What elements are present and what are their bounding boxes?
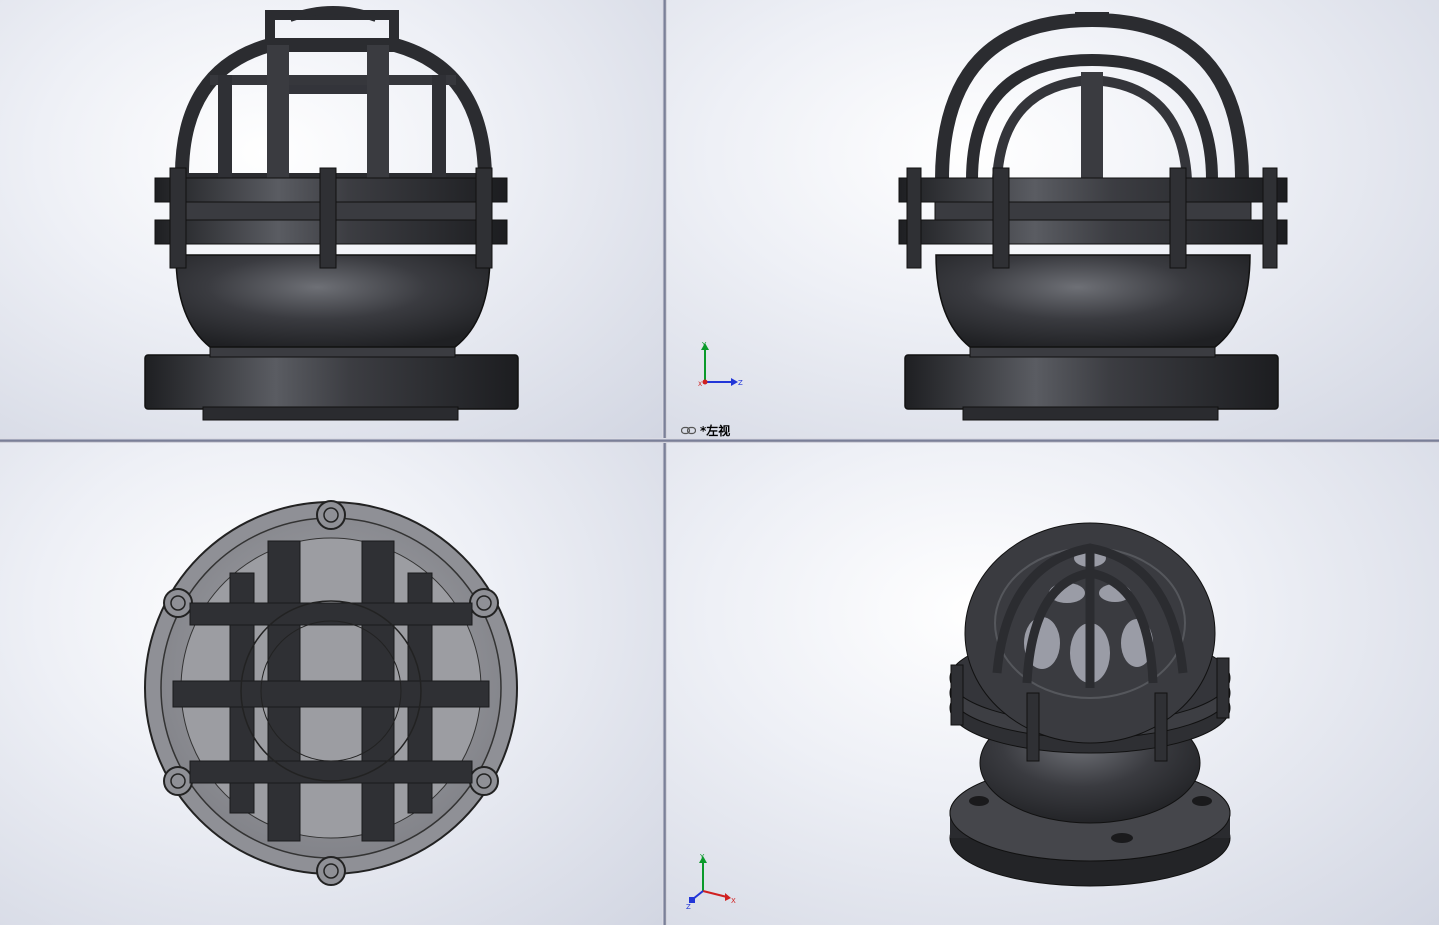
viewport-splitter-vertical[interactable]	[662, 0, 667, 925]
link-icon[interactable]	[681, 426, 696, 435]
foot-valve-isometric-view	[949, 522, 1231, 887]
foot-valve-left-view	[898, 12, 1288, 421]
viewport-left[interactable]: Y Z X *左视	[667, 0, 1439, 438]
triad-x-label: X	[698, 381, 702, 388]
viewport-splitter-horizontal[interactable]	[0, 438, 1439, 443]
triad-y-label: Y	[699, 853, 705, 861]
view-name-label: *左视	[681, 422, 730, 438]
triad-z-label: Z	[738, 379, 743, 387]
view-name-text: *左视	[700, 423, 731, 438]
foot-valve-top-view	[144, 500, 518, 886]
coordinate-triad-icon: Y Z X	[697, 340, 745, 394]
triad-x-label: X	[731, 897, 736, 905]
coordinate-triad-icon: Y X Z	[685, 851, 739, 913]
viewport-top[interactable]	[0, 443, 662, 925]
triad-y-label: Y	[701, 341, 707, 349]
viewport-front[interactable]	[0, 0, 662, 438]
viewport-isometric[interactable]: Y X Z	[667, 443, 1439, 925]
foot-valve-front-view	[144, 6, 519, 421]
triad-z-label: Z	[686, 903, 691, 909]
